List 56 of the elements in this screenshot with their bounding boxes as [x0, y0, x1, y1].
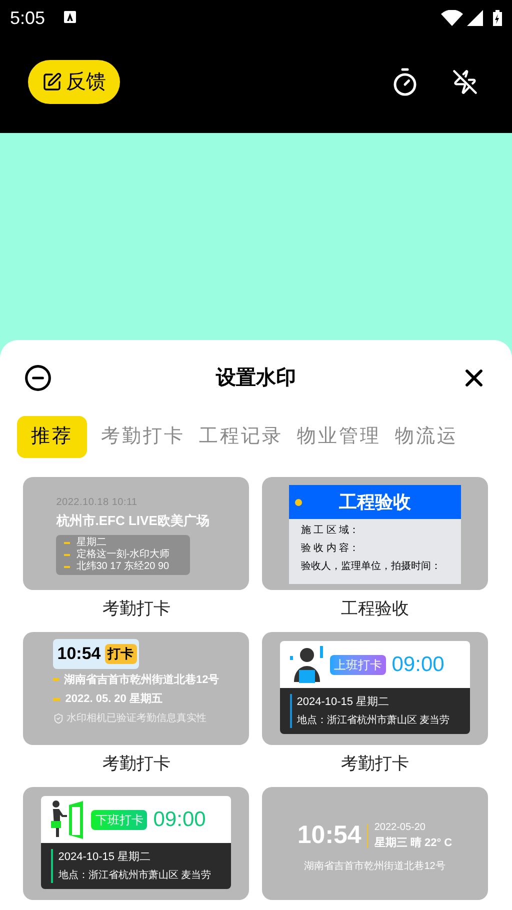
clock-time: 10:54 — [56, 643, 102, 665]
template-label: 考勤打卡 — [340, 753, 409, 775]
signal-icon — [467, 10, 483, 26]
place-text: 地点：浙江省杭州市萧山区 麦当劳 — [58, 868, 212, 882]
weather-text: 星期三 晴 22° C — [374, 836, 452, 851]
clock-time: 10:54 — [297, 820, 362, 851]
status-time: 5:05 — [10, 6, 46, 30]
watermark-template-card[interactable]: 工程验收 施 工 区 域： 验 收 内 容： 验收人，监理单位，拍摄时间： — [262, 477, 488, 590]
category-tab[interactable]: 考勤打卡 — [101, 416, 185, 458]
wifi-icon — [441, 10, 463, 26]
flash-off-button[interactable] — [452, 69, 478, 95]
punch-time: 09:00 — [153, 806, 206, 833]
punch-tag: 上班打卡 — [330, 654, 386, 674]
person-door-icon — [51, 798, 86, 840]
bullet-dash-icon — [53, 678, 59, 682]
date-text: 2024-10-15 星期二 — [58, 850, 152, 865]
punch-time: 09:00 — [392, 652, 444, 678]
place-text: 杭州市.EFC LIVE欧美广场 — [56, 512, 210, 530]
bullet-dash-icon — [53, 698, 60, 701]
punch-tag: 下班打卡 — [91, 810, 148, 830]
info-line: 定格这一刻-水印大师 — [76, 548, 170, 560]
template-label: 考勤打卡 — [102, 753, 170, 775]
template-label: 考勤打卡 — [102, 598, 170, 620]
category-tab[interactable]: 工程记录 — [199, 416, 283, 458]
notification-icon — [64, 11, 76, 25]
battery-icon — [493, 10, 502, 26]
template-label: 工程验收 — [340, 598, 409, 620]
edit-icon — [42, 72, 62, 92]
place-text: 地点：浙江省杭州市萧山区 麦当劳 — [296, 714, 450, 728]
date-text: 2022-05-20 — [374, 821, 426, 835]
watermark-template-card[interactable]: 下班打卡 09:00 2024-10-15 星期二 地点：浙江省杭州市萧山区 麦当劳 — [23, 787, 250, 900]
shield-check-icon — [53, 712, 64, 724]
minus-circle-icon — [24, 364, 52, 392]
bullet-dash-icon — [64, 554, 70, 556]
sheet-title: 设置水印 — [214, 366, 297, 391]
field-label: 施 工 区 域： — [300, 524, 360, 538]
bullet-dash-icon — [64, 542, 70, 544]
category-tab[interactable]: 推荐 — [17, 416, 87, 458]
info-line: 湖南省吉首市乾州街道北巷12号 — [64, 672, 220, 688]
date-text: 2024-10-15 星期二 — [296, 695, 390, 710]
field-label: 验 收 内 容： — [300, 542, 360, 556]
place-text: 湖南省吉首市乾州街道北巷12号 — [304, 860, 446, 874]
category-tab[interactable]: 物业管理 — [297, 416, 381, 458]
inspection-title: 工程验收 — [338, 490, 412, 514]
collapse-button[interactable] — [24, 364, 52, 392]
punch-tag: 打卡 — [104, 644, 137, 664]
info-line: 北纬30 17 东经20 90 — [76, 560, 170, 572]
category-tab[interactable]: 物流运 — [395, 416, 458, 458]
watermark-template-card[interactable]: 上班打卡 09:00 2024-10-15 星期二 地点：浙江省杭州市萧山区 麦当劳 — [262, 632, 488, 745]
person-laptop-icon — [290, 646, 324, 684]
bullet-dash-icon — [64, 566, 70, 568]
info-line: 星期二 — [76, 536, 106, 548]
feedback-button[interactable]: 反馈 — [28, 60, 120, 104]
flash-off-icon — [452, 69, 478, 95]
field-label: 验收人，监理单位，拍摄时间： — [300, 560, 442, 574]
info-line: 2022. 05. 20 星期五 — [65, 692, 162, 707]
